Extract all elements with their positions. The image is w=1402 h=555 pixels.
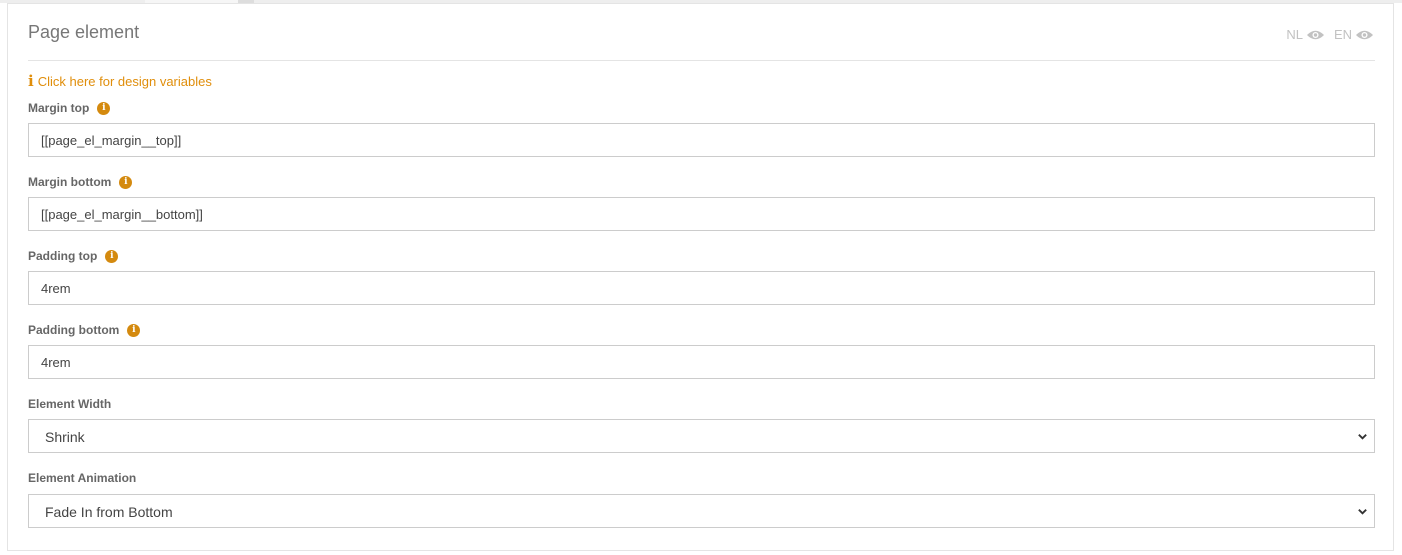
info-icon: i — [28, 72, 34, 90]
language-code: EN — [1333, 27, 1352, 42]
margin-bottom-label: Margin bottom i — [28, 175, 133, 189]
design-variables-label: Click here for design variables — [37, 74, 212, 89]
eye-icon — [1306, 30, 1324, 39]
chevron-down-icon — [1358, 509, 1367, 515]
padding-bottom-label: Padding bottom i — [28, 323, 141, 337]
language-toggle-nl[interactable]: NL — [1286, 27, 1325, 42]
field-label-text: Margin top — [28, 101, 90, 115]
field-label-text: Element Animation — [28, 471, 137, 485]
language-toggles: NL EN — [1286, 27, 1374, 42]
padding-top-label: Padding top i — [28, 249, 119, 263]
chevron-down-icon — [1358, 434, 1367, 440]
select-value: Shrink — [45, 429, 85, 445]
field-label-text: Element Width — [28, 397, 112, 411]
eye-icon — [1355, 30, 1374, 39]
info-circle-icon[interactable]: i — [119, 175, 133, 189]
element-width-select[interactable]: Shrink — [28, 419, 1375, 453]
element-width-label: Element Width — [28, 397, 111, 411]
field-label-text: Margin bottom — [28, 175, 112, 189]
info-circle-icon[interactable]: i — [105, 249, 119, 263]
margin-top-input[interactable] — [28, 123, 1375, 157]
info-circle-icon[interactable]: i — [97, 101, 111, 115]
select-value: Fade In from Bottom — [45, 504, 173, 520]
field-label-text: Padding bottom — [28, 323, 120, 337]
margin-top-label: Margin top i — [28, 101, 111, 115]
info-circle-icon[interactable]: i — [127, 323, 141, 337]
panel-title: Page element — [28, 22, 140, 42]
header-divider — [28, 60, 1375, 61]
element-animation-select[interactable]: Fade In from Bottom — [28, 494, 1375, 528]
design-variables-link[interactable]: i Click here for design variables — [28, 72, 212, 90]
language-toggle-en[interactable]: EN — [1334, 27, 1374, 42]
page-element-panel: Page element NL EN i Click here for desi… — [7, 3, 1394, 551]
padding-top-input[interactable] — [28, 271, 1375, 305]
padding-bottom-input[interactable] — [28, 345, 1375, 379]
margin-bottom-input[interactable] — [28, 197, 1375, 231]
field-label-text: Padding top — [28, 249, 98, 263]
element-animation-label: Element Animation — [28, 471, 136, 485]
language-code: NL — [1286, 27, 1303, 42]
